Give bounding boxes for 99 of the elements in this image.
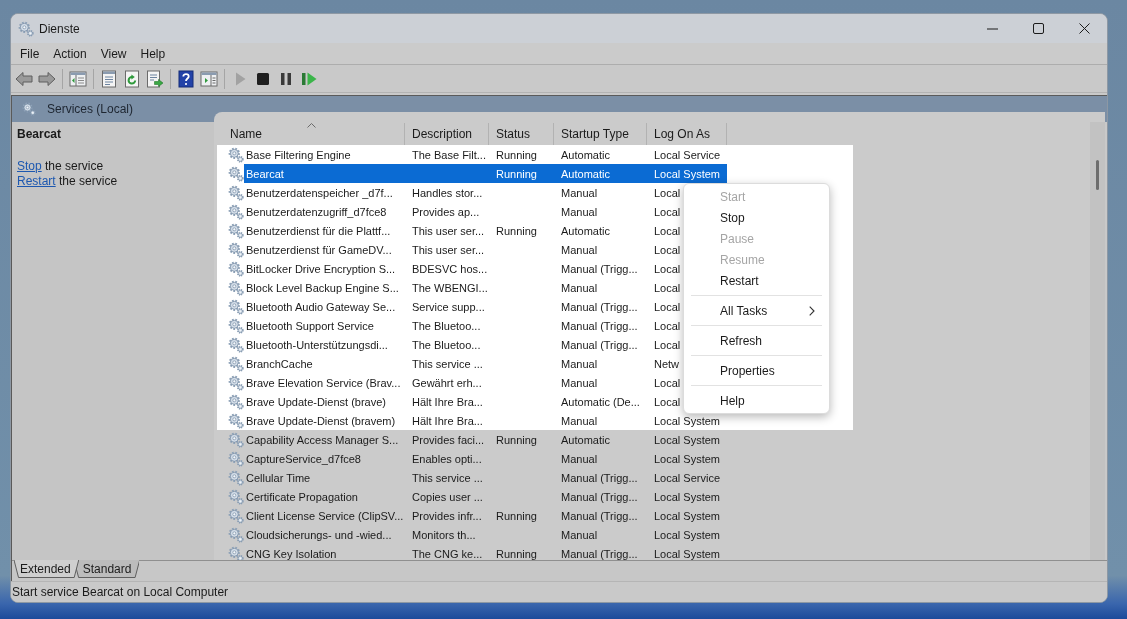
- table-cell-text: Manual: [560, 451, 599, 467]
- table-cell-text: Hält Ihre Bra...: [411, 413, 484, 429]
- table-cell-text: Local: [653, 223, 681, 239]
- table-cell-text: Local: [653, 375, 681, 391]
- table-cell-text: Local: [653, 261, 681, 277]
- table-cell-text: Brave Update-Dienst (bravem): [245, 413, 397, 429]
- table-cell-text: Manual: [560, 242, 599, 258]
- table-cell-text: Brave Update-Dienst (brave): [245, 394, 387, 410]
- table-cell-text: Local: [653, 318, 681, 334]
- table-cell-text: Manual: [560, 185, 599, 201]
- scope-title: Services (Local): [47, 102, 134, 116]
- table-cell-text: Manual: [560, 527, 599, 543]
- table-cell-text: Enables opti...: [411, 451, 483, 467]
- table-cell-text: Manual (Trigg...: [560, 299, 639, 315]
- table-cell-text: Local: [653, 242, 681, 258]
- table-cell-text: Manual (Trigg...: [560, 546, 639, 560]
- table-cell-text: Manual: [560, 413, 599, 429]
- table-cell-text: BranchCache: [245, 356, 314, 372]
- table-cell-text: Netw: [653, 356, 680, 372]
- action-sentence: Stop the service: [17, 159, 105, 174]
- table-cell: Running: [489, 164, 554, 183]
- table-cell-text: This user ser...: [411, 242, 486, 258]
- table-cell: Automatic: [554, 164, 647, 183]
- table-cell-text: Benutzerdienst für die Plattf...: [245, 223, 392, 239]
- status-text: Start service Bearcat on Local Computer: [12, 585, 229, 599]
- table-cell-text: Manual (Trigg...: [560, 470, 639, 486]
- table-cell-text: Local System: [653, 546, 721, 560]
- table-cell-text: Bluetooth Support Service: [245, 318, 375, 334]
- table-cell-text: Automatic: [560, 147, 611, 163]
- table-cell-text: This service ...: [411, 470, 484, 486]
- table-cell-text: Certificate Propagation: [245, 489, 359, 505]
- table-cell-text: Manual: [560, 356, 599, 372]
- table-cell-text: Manual: [560, 375, 599, 391]
- table-cell-text: Automatic: [560, 223, 611, 239]
- table-cell-text: Benutzerdatenzugriff_d7fce8: [245, 204, 388, 220]
- table-cell-text: Cellular Time: [245, 470, 312, 486]
- table-cell-text: BDESVC hos...: [411, 261, 489, 277]
- table-cell-text: Running: [495, 508, 538, 524]
- table-cell-text: Manual (Trigg...: [560, 508, 639, 524]
- table-cell-text: Local Service: [653, 470, 721, 486]
- table-cell-text: This service ...: [411, 356, 484, 372]
- table-cell-text: Client License Service (ClipSV...: [245, 508, 405, 524]
- table-cell-text: Bluetooth Audio Gateway Se...: [245, 299, 397, 315]
- table-cell-text: Running: [495, 223, 538, 239]
- table-cell-text: The Base Filt...: [411, 147, 487, 163]
- table-cell-text: Copies user ...: [411, 489, 484, 505]
- table-cell-text: Local: [653, 394, 681, 410]
- table-cell-text: Provides infr...: [411, 508, 483, 524]
- table-cell-text: Manual (Trigg...: [560, 337, 639, 353]
- table-cell-text: The WBENGI...: [411, 280, 489, 296]
- table-cell-text: Service supp...: [411, 299, 486, 315]
- table-cell-text: Provides ap...: [411, 204, 481, 220]
- table-cell-text: Cloudsicherungs- und -wied...: [245, 527, 393, 543]
- table-cell-text: Local System: [653, 489, 721, 505]
- table-cell-text: Manual: [560, 280, 599, 296]
- table-cell-text: CaptureService_d7fce8: [245, 451, 362, 467]
- table-cell-text: Local: [653, 204, 681, 220]
- table-cell-text: Local System: [653, 508, 721, 524]
- table-cell-text: Block Level Backup Engine S...: [245, 280, 400, 296]
- table-cell-text: Local: [653, 299, 681, 315]
- table-cell-text: Base Filtering Engine: [245, 147, 352, 163]
- table-cell-text: Benutzerdatenspeicher _d7f...: [245, 185, 394, 201]
- table-cell-text: Running: [495, 546, 538, 560]
- table-cell-text: Manual (Trigg...: [560, 489, 639, 505]
- table-cell-text: Local System: [653, 527, 721, 543]
- table-cell-text: Local System: [653, 451, 721, 467]
- table-cell-text: Local System: [653, 413, 721, 429]
- table-cell-text: CNG Key Isolation: [245, 546, 338, 560]
- table-cell-text: The CNG ke...: [411, 546, 484, 560]
- table-cell-text: Hält Ihre Bra...: [411, 394, 484, 410]
- table-cell: Local System: [647, 164, 727, 183]
- action-sentence: Restart the service: [17, 174, 119, 189]
- table-cell-text: Handles stor...: [411, 185, 484, 201]
- table-cell-text: This user ser...: [411, 223, 486, 239]
- window-title: Dienste: [39, 21, 80, 36]
- table-cell-text: The Bluetoo...: [411, 318, 482, 334]
- table-cell-text: Automatic (De...: [560, 394, 641, 410]
- table-cell-text: Gewährt erh...: [411, 375, 483, 391]
- table-cell-text: Benutzerdienst für GameDV...: [245, 242, 393, 258]
- table-cell-text: Brave Elevation Service (Brav...: [245, 375, 402, 391]
- table-cell-text: Manual (Trigg...: [560, 318, 639, 334]
- table-cell-text: Capability Access Manager S...: [245, 432, 400, 448]
- table-cell-text: Local: [653, 337, 681, 353]
- table-cell-text: Bluetooth-Unterstützungsdi...: [245, 337, 389, 353]
- table-cell-text: Local: [653, 280, 681, 296]
- table-cell-text: BitLocker Drive Encryption S...: [245, 261, 397, 277]
- table-cell-text: Local Service: [653, 147, 721, 163]
- table-cell-text: Automatic: [560, 432, 611, 448]
- table-cell-text: Running: [495, 432, 538, 448]
- table-cell-text: Running: [495, 147, 538, 163]
- table-cell-text: Manual (Trigg...: [560, 261, 639, 277]
- table-cell: Bearcat: [244, 164, 405, 183]
- table-cell-text: Local System: [653, 432, 721, 448]
- table-cell-text: Provides faci...: [411, 432, 486, 448]
- service-title: Bearcat: [17, 126, 63, 142]
- table-cell-text: Local: [653, 185, 681, 201]
- table-cell-text: The Bluetoo...: [411, 337, 482, 353]
- table-cell-text: Manual: [560, 204, 599, 220]
- table-cell-text: Monitors th...: [411, 527, 477, 543]
